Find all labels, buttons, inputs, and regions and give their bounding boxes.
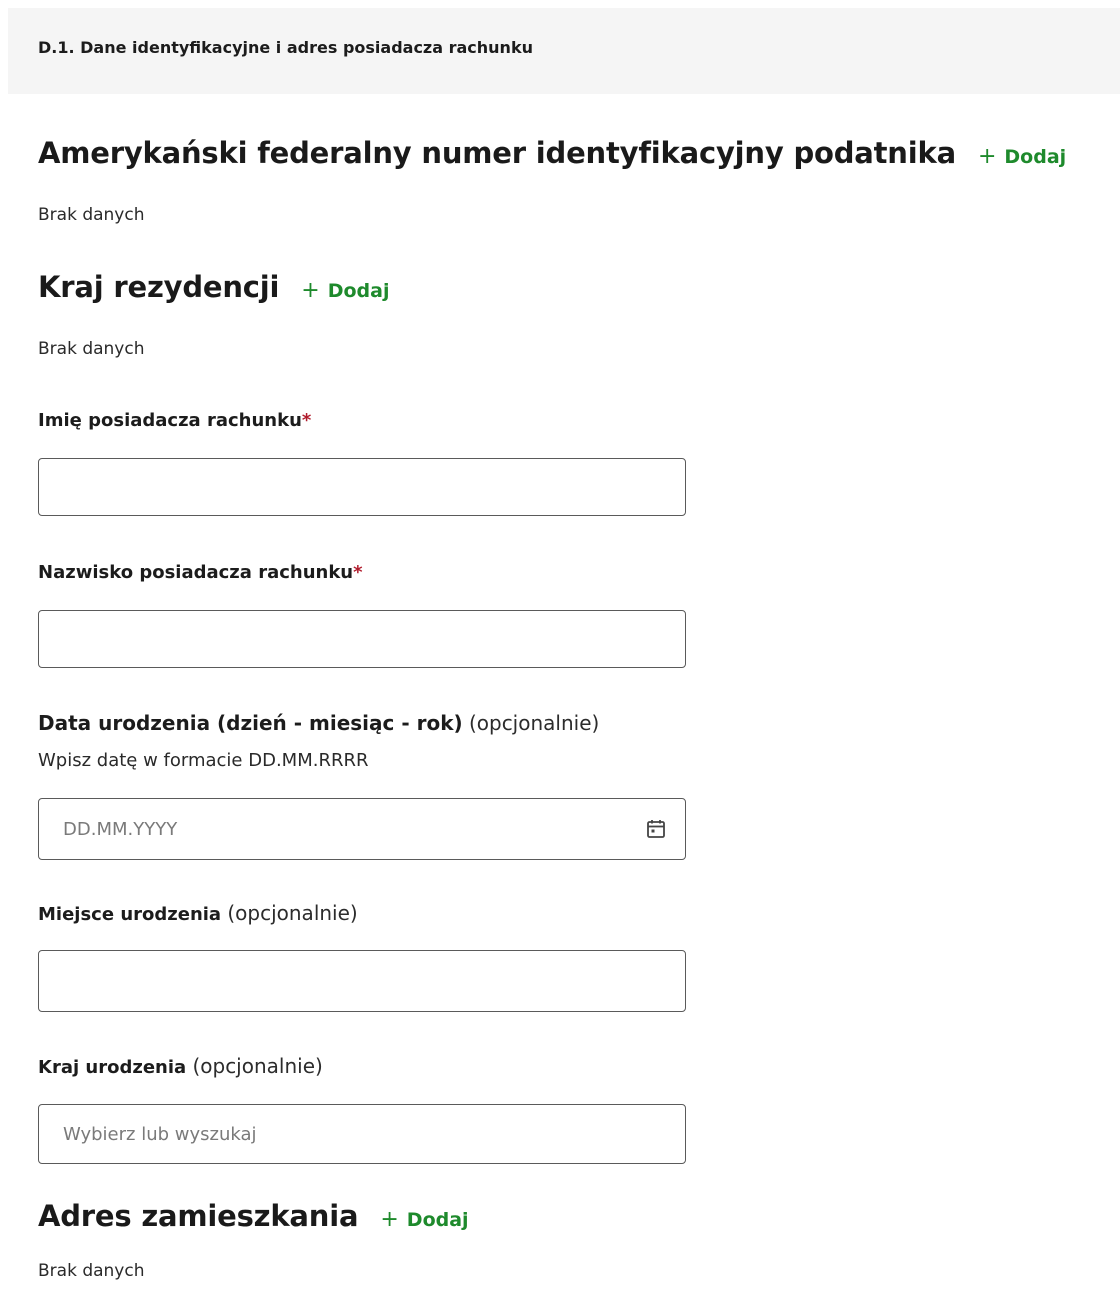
required-mark: * [301,410,312,431]
required-mark: * [353,562,363,583]
address-heading-row: Adres zamieszkania + Dodaj [38,1199,469,1233]
birth-place-label: Miejsce urodzenia (opcjonalnie) [38,901,358,925]
first-name-label-text: Imię posiadacza rachunku [38,410,302,431]
birth-country-optional: (opcjonalnie) [192,1054,323,1078]
calendar-icon[interactable] [644,817,668,841]
address-empty-text: Brak danych [38,1261,145,1281]
birth-date-label-text: Data urodzenia (dzień - miesiąc - rok) [38,711,463,735]
tin-add-button[interactable]: + Dodaj [978,144,1066,169]
birth-country-select[interactable] [38,1104,686,1164]
tin-heading: Amerykański federalny numer identyfikacy… [38,136,956,170]
first-name-label: Imię posiadacza rachunku* [38,410,311,431]
residence-add-button[interactable]: + Dodaj [301,278,389,303]
residence-heading: Kraj rezydencji [38,270,280,304]
birth-place-label-text: Miejsce urodzenia [38,904,222,925]
address-add-label: Dodaj [406,1209,469,1231]
birth-date-hint: Wpisz datę w formacie DD.MM.RRRR [38,750,369,771]
tin-add-label: Dodaj [1004,146,1067,168]
last-name-label-text: Nazwisko posiadacza rachunku [38,562,354,583]
birth-date-input[interactable] [38,798,686,860]
section-header: D.1. Dane identyfikacyjne i adres posiad… [8,8,1120,94]
plus-icon: + [977,144,997,169]
birth-place-optional: (opcjonalnie) [227,901,358,925]
residence-empty-text: Brak danych [38,339,145,359]
address-add-button[interactable]: + Dodaj [380,1207,468,1232]
birth-date-optional: (opcjonalnie) [468,711,600,735]
birth-place-input[interactable] [38,950,686,1012]
birth-date-label: Data urodzenia (dzień - miesiąc - rok) (… [38,711,599,735]
plus-icon: + [301,278,320,303]
last-name-label: Nazwisko posiadacza rachunku* [38,562,363,583]
birth-country-label: Kraj urodzenia (opcjonalnie) [38,1054,323,1078]
last-name-input[interactable] [38,610,686,668]
address-heading: Adres zamieszkania [38,1199,359,1233]
tin-empty-text: Brak danych [38,205,145,225]
tin-heading-row: Amerykański federalny numer identyfikacy… [38,136,1066,170]
section-title: D.1. Dane identyfikacyjne i adres posiad… [38,38,533,57]
first-name-input[interactable] [38,458,686,516]
birth-country-label-text: Kraj urodzenia [38,1057,187,1078]
residence-add-label: Dodaj [327,280,390,302]
residence-heading-row: Kraj rezydencji + Dodaj [38,270,389,304]
plus-icon: + [380,1207,399,1232]
